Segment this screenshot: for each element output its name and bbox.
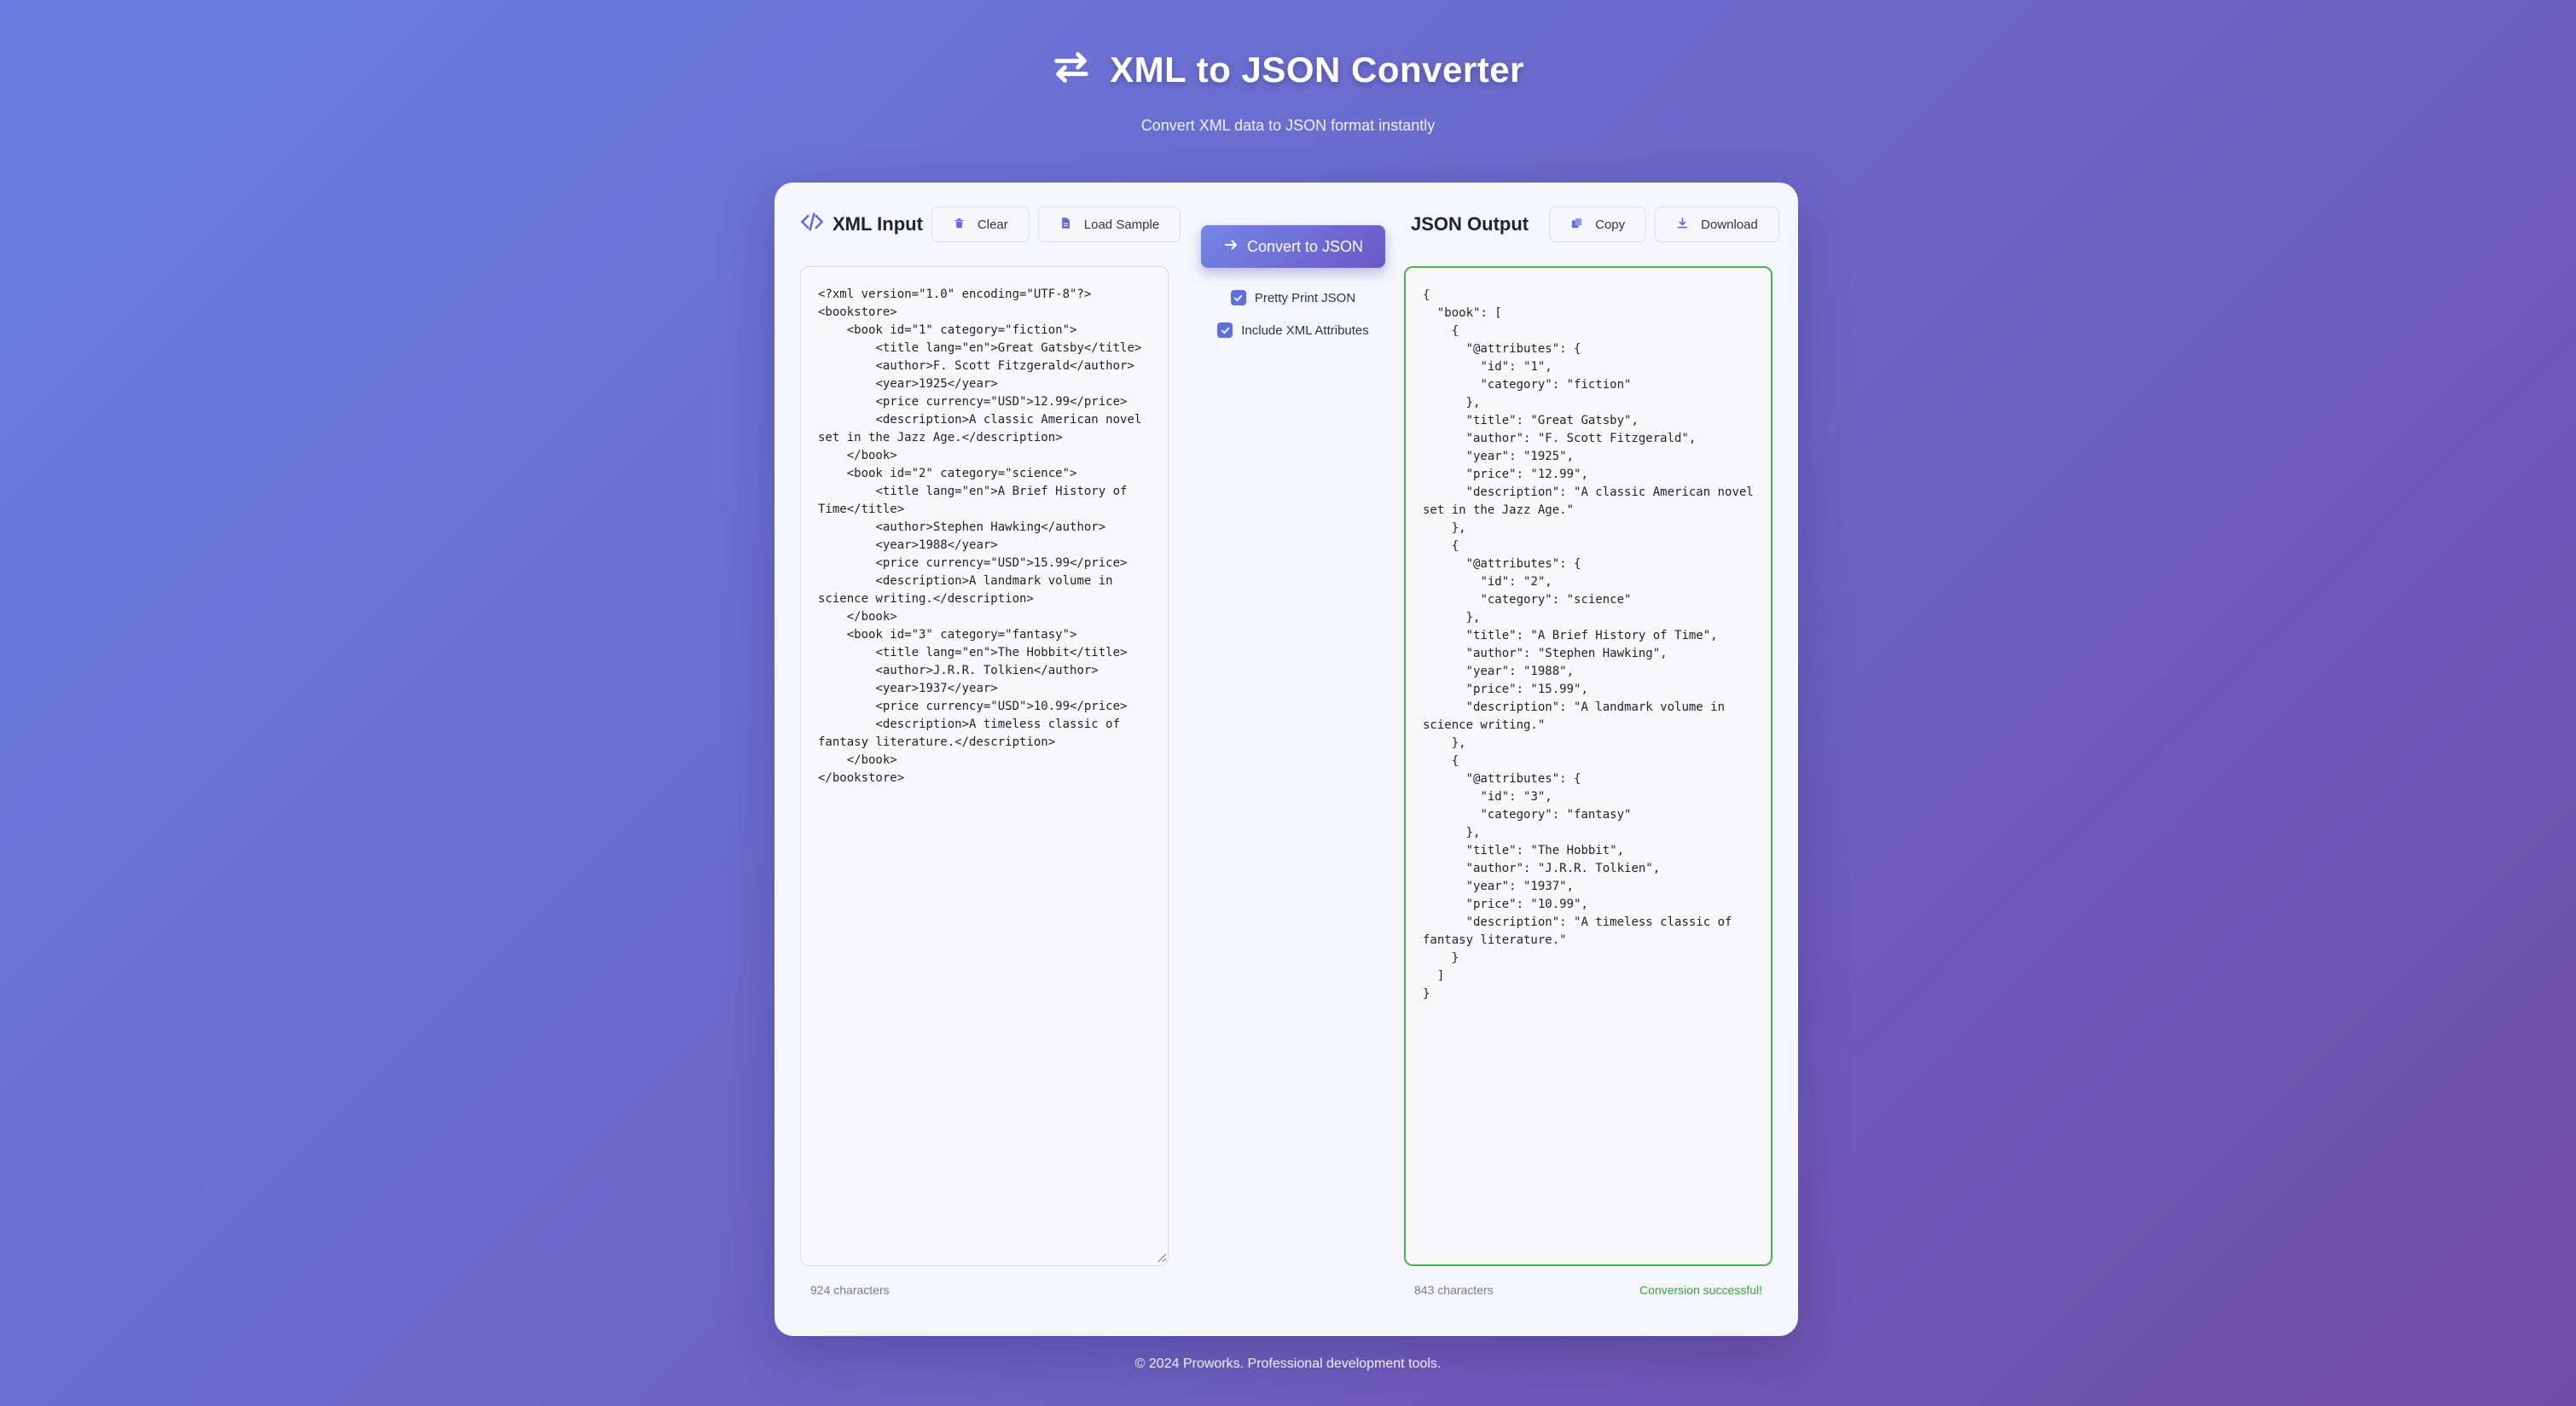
- arrow-right-icon: [1223, 237, 1239, 257]
- include-attributes-option[interactable]: Include XML Attributes: [1217, 322, 1369, 338]
- page-header: XML to JSON Converter Convert XML data t…: [0, 48, 2576, 135]
- download-icon: [1676, 217, 1689, 233]
- trash-icon: [953, 217, 966, 233]
- pretty-print-option[interactable]: Pretty Print JSON: [1230, 290, 1356, 305]
- copy-icon: [1570, 217, 1583, 233]
- output-char-count: 843 characters: [1414, 1283, 1494, 1297]
- converter-card: XML Input Clear Load Sample Convert to J…: [775, 183, 1798, 1336]
- load-sample-label: Load Sample: [1083, 217, 1160, 232]
- convert-label: Convert to JSON: [1246, 237, 1364, 255]
- pretty-print-label: Pretty Print JSON: [1254, 290, 1356, 305]
- json-output-area[interactable]: { "book": [ { "@attributes": { "id": "1"…: [1404, 266, 1772, 1266]
- code-icon: [800, 210, 824, 239]
- clear-button[interactable]: Clear: [931, 206, 1030, 242]
- output-panel-header: JSON Output Copy Download: [1411, 206, 1779, 242]
- xml-input-textarea[interactable]: <?xml version="1.0" encoding="UTF-8"?> <…: [800, 266, 1169, 1266]
- input-panel-title: XML Input: [800, 210, 923, 239]
- swap-arrows-icon: [1052, 48, 1091, 91]
- copyright-text: © 2024 Proworks. Professional developmen…: [1134, 1357, 1442, 1371]
- download-button[interactable]: Download: [1655, 206, 1779, 242]
- download-label: Download: [1701, 217, 1758, 232]
- output-panel-title: JSON Output: [1411, 213, 1529, 235]
- copy-label: Copy: [1595, 217, 1626, 232]
- page-title: XML to JSON Converter: [1110, 49, 1524, 90]
- page-subtitle: Convert XML data to JSON format instantl…: [1140, 117, 1436, 134]
- file-icon: [1059, 217, 1072, 233]
- pretty-print-checkbox[interactable]: [1230, 290, 1246, 305]
- include-attributes-label: Include XML Attributes: [1241, 322, 1369, 338]
- convert-button[interactable]: Convert to JSON: [1201, 225, 1385, 268]
- input-panel-header: XML Input Clear Load Sample: [800, 206, 1181, 242]
- include-attributes-checkbox[interactable]: [1217, 322, 1233, 338]
- input-char-count: 924 characters: [810, 1283, 890, 1297]
- clear-label: Clear: [977, 217, 1008, 232]
- load-sample-button[interactable]: Load Sample: [1037, 206, 1181, 242]
- copy-button[interactable]: Copy: [1549, 206, 1647, 242]
- resize-handle-icon[interactable]: [1155, 1251, 1167, 1263]
- output-title-text: JSON Output: [1411, 213, 1529, 235]
- status-message: Conversion successful!: [1639, 1283, 1762, 1297]
- title-row: XML to JSON Converter: [0, 48, 2576, 91]
- conversion-controls: Convert to JSON Pretty Print JSON Includ…: [1194, 225, 1392, 338]
- input-title-text: XML Input: [833, 213, 923, 235]
